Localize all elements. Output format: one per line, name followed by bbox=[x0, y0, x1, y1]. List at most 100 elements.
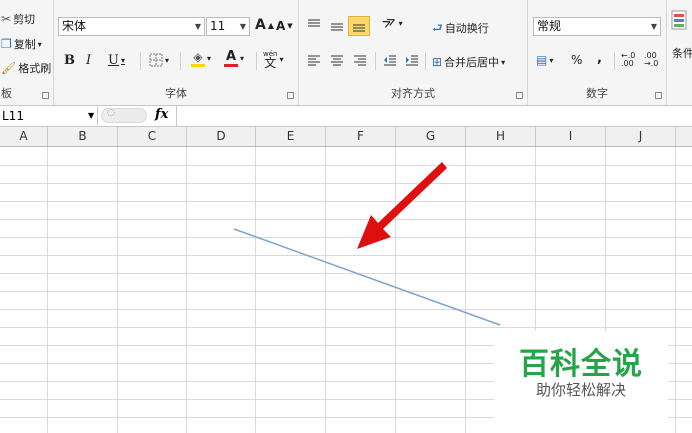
decrease-decimal-button[interactable]: .00 →.0 bbox=[644, 52, 658, 68]
number-format-combo[interactable]: 常规 ▼ bbox=[533, 17, 661, 36]
font-name-combo[interactable]: 宋体 ▼ bbox=[58, 17, 205, 36]
chevron-down-icon[interactable]: ▾ bbox=[279, 55, 283, 64]
formula-bar: L11 ▼ ◌ fx bbox=[0, 106, 692, 127]
column-header[interactable] bbox=[676, 127, 692, 146]
fill-color-button[interactable]: ◈ ▾ bbox=[191, 50, 211, 67]
column-header[interactable]: F bbox=[326, 127, 396, 146]
align-bottom-button[interactable] bbox=[348, 16, 370, 36]
chevron-down-icon[interactable]: ▾ bbox=[207, 54, 211, 63]
grow-font-button[interactable]: A ▲ bbox=[255, 17, 274, 33]
chevron-down-icon[interactable]: ▼ bbox=[195, 18, 201, 35]
font-color-swatch bbox=[224, 64, 238, 67]
text-orientation-icon: ≫ bbox=[380, 12, 399, 33]
column-header[interactable]: B bbox=[48, 127, 118, 146]
align-center-button[interactable] bbox=[330, 54, 344, 66]
wrap-text-button[interactable]: ⮐ 自动换行 bbox=[432, 20, 489, 36]
align-left-icon bbox=[308, 55, 320, 66]
formula-controls: ◌ bbox=[101, 108, 147, 123]
divider bbox=[140, 52, 141, 70]
underline-button[interactable]: U ▾ bbox=[108, 53, 125, 68]
divider bbox=[614, 52, 615, 70]
more-icon[interactable]: ◌ bbox=[107, 108, 115, 118]
shrink-font-button[interactable]: A ▼ bbox=[276, 19, 293, 33]
number-group-label: 数字 bbox=[586, 87, 608, 100]
clipboard-launcher-icon[interactable] bbox=[42, 92, 49, 99]
chevron-down-icon[interactable]: ▾ bbox=[240, 54, 244, 63]
chevron-down-icon[interactable]: ▾ bbox=[549, 56, 553, 65]
column-header[interactable]: H bbox=[466, 127, 536, 146]
font-group-label: 字体 bbox=[165, 87, 187, 100]
decrease-decimal-icon: →.0 bbox=[644, 59, 659, 68]
divider bbox=[375, 52, 376, 70]
copy-button[interactable]: ❐ 复制 ▾ bbox=[1, 36, 42, 52]
align-right-button[interactable] bbox=[353, 54, 367, 66]
decrease-indent-button[interactable] bbox=[383, 54, 397, 66]
align-top-icon bbox=[308, 19, 320, 27]
bold-button[interactable]: B bbox=[64, 53, 75, 68]
ribbon: ✂ 剪切 ❐ 复制 ▾ 🖌 格式刷 板 宋体 ▼ 11 ▼ A ▲ A ▼ B … bbox=[0, 0, 692, 106]
column-header[interactable]: G bbox=[396, 127, 466, 146]
font-color-button[interactable]: A ▾ bbox=[224, 50, 244, 67]
align-bottom-icon bbox=[353, 24, 365, 32]
currency-icon: ▤ bbox=[536, 53, 548, 67]
formula-input[interactable] bbox=[177, 106, 692, 126]
chevron-down-icon[interactable]: ▾ bbox=[501, 58, 505, 67]
comma-button[interactable]: , bbox=[597, 51, 602, 66]
chevron-down-icon[interactable]: ▼ bbox=[240, 18, 246, 35]
alignment-launcher-icon[interactable] bbox=[516, 92, 523, 99]
phonetic-button[interactable]: wén 文 ▾ bbox=[263, 50, 283, 70]
percent-button[interactable]: % bbox=[571, 53, 582, 67]
name-box[interactable]: L11 ▼ bbox=[0, 107, 98, 125]
chevron-down-icon[interactable]: ▼ bbox=[651, 18, 657, 35]
column-header[interactable]: J bbox=[606, 127, 676, 146]
align-right-icon bbox=[354, 55, 366, 66]
cut-button[interactable]: ✂ 剪切 bbox=[1, 11, 35, 27]
copy-icon: ❐ bbox=[1, 37, 12, 51]
fill-color-swatch bbox=[191, 64, 205, 67]
column-header[interactable]: A bbox=[0, 127, 48, 146]
font-launcher-icon[interactable] bbox=[287, 92, 294, 99]
column-header[interactable]: C bbox=[118, 127, 187, 146]
chevron-down-icon[interactable]: ▾ bbox=[121, 56, 125, 65]
align-middle-icon bbox=[331, 23, 343, 31]
column-headers: A B C D E F G H I J bbox=[0, 127, 692, 147]
chevron-down-icon[interactable]: ▼ bbox=[88, 107, 94, 125]
align-top-button[interactable] bbox=[307, 18, 321, 30]
italic-button[interactable]: I bbox=[86, 53, 91, 68]
clipboard-group: ✂ 剪切 ❐ 复制 ▾ 🖌 格式刷 板 bbox=[0, 0, 54, 105]
align-left-button[interactable] bbox=[307, 54, 321, 66]
insert-function-button[interactable]: fx bbox=[155, 107, 168, 122]
wrap-text-icon: ⮐ bbox=[432, 21, 443, 35]
increase-indent-icon bbox=[406, 55, 418, 66]
conditional-format-button[interactable]: 条件 bbox=[672, 45, 692, 61]
divider bbox=[425, 52, 426, 70]
format-painter-button[interactable]: 🖌 格式刷 bbox=[1, 60, 51, 76]
column-header[interactable]: E bbox=[256, 127, 326, 146]
number-launcher-icon[interactable] bbox=[655, 92, 662, 99]
column-header[interactable]: D bbox=[187, 127, 256, 146]
font-size-combo[interactable]: 11 ▼ bbox=[206, 17, 250, 36]
alignment-group-label: 对齐方式 bbox=[391, 87, 435, 100]
align-middle-button[interactable] bbox=[330, 20, 344, 32]
watermark-subtitle: 助你轻松解决 bbox=[535, 381, 626, 399]
phonetic-icon: 文 bbox=[264, 56, 277, 70]
decrease-indent-icon bbox=[384, 55, 396, 66]
orientation-button[interactable]: ≫ ▾ bbox=[380, 12, 402, 33]
chevron-down-icon[interactable]: ▾ bbox=[165, 56, 169, 65]
increase-decimal-button[interactable]: ←.0 .00 bbox=[621, 52, 635, 68]
increase-indent-button[interactable] bbox=[405, 54, 419, 66]
conditional-format-icon bbox=[671, 10, 687, 30]
caret-up-icon: ▲ bbox=[267, 20, 274, 30]
scissors-icon: ✂ bbox=[1, 12, 12, 26]
borders-icon bbox=[149, 53, 163, 67]
borders-button[interactable]: ▾ bbox=[149, 53, 169, 67]
merge-cells-icon: ⊞ bbox=[432, 55, 443, 69]
merge-center-button[interactable]: ⊞ 合并后居中 ▾ bbox=[432, 54, 505, 70]
caret-down-icon: ▼ bbox=[287, 22, 293, 30]
paint-bucket-icon: ◈ bbox=[193, 50, 203, 64]
styles-group: 条件 bbox=[667, 0, 692, 105]
red-arrow-annotation bbox=[357, 162, 447, 249]
accounting-format-button[interactable]: ▤ ▾ bbox=[536, 53, 553, 67]
column-header[interactable]: I bbox=[536, 127, 606, 146]
font-group: 宋体 ▼ 11 ▼ A ▲ A ▼ B I U ▾ ▾ ◈ ▾ A ▾ wén … bbox=[54, 0, 299, 105]
